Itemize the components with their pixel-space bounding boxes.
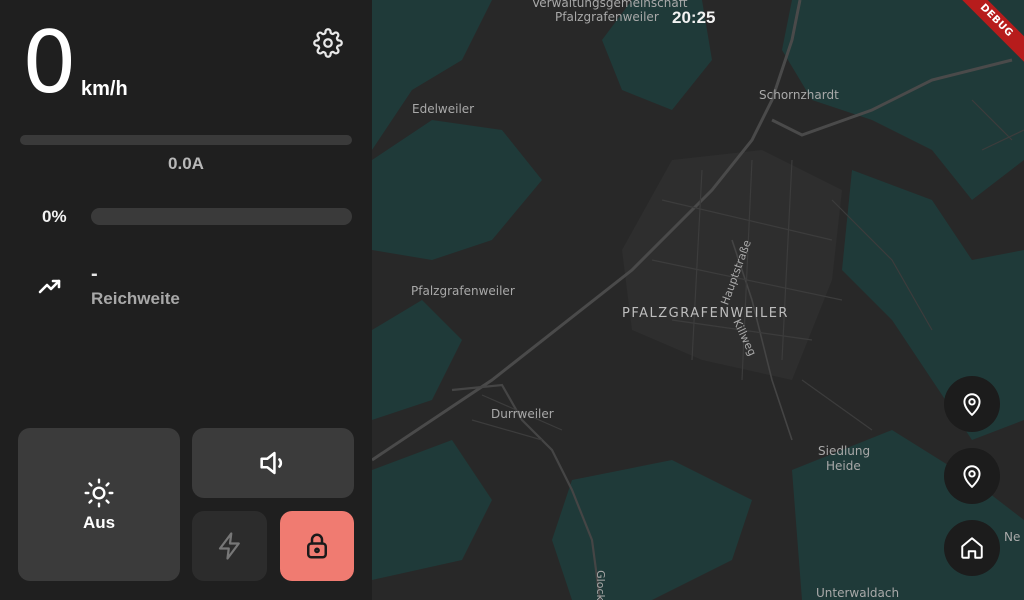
map-label-pfalzgrafenweiler-small: Pfalzgrafenweiler (411, 284, 515, 298)
map-canvas[interactable] (372, 0, 1024, 600)
battery-percentage: 0% (42, 207, 67, 226)
map-label-heide: Heide (826, 459, 861, 473)
gear-icon (313, 28, 343, 58)
speed-unit: km/h (81, 78, 128, 100)
speed-value: 0 (22, 13, 77, 113)
map-pin-button-2[interactable] (944, 448, 1000, 504)
map-label-verwaltung-name: Pfalzgrafenweiler (555, 10, 659, 24)
map-label-edelweiler: Edelweiler (412, 102, 475, 116)
settings-button[interactable] (312, 27, 344, 59)
map-label-glock: Glock (593, 570, 607, 600)
map-label-durrweiler: Durrweiler (491, 407, 554, 421)
trending-up-icon (38, 279, 61, 294)
map-pin-button-1[interactable] (944, 376, 1000, 432)
map-pin-icon (963, 393, 981, 416)
boost-button[interactable] (192, 511, 267, 581)
map-label-schornzhardt: Schornzhardt (759, 88, 839, 102)
horn-button[interactable] (192, 428, 354, 498)
lock-button[interactable] (280, 511, 354, 581)
map-label-town: PFALZGRAFENWEILER (622, 306, 789, 321)
dashboard-panel: 0 km/h 0.0A 0% - Reichweite Aus (0, 0, 372, 600)
current-bar (20, 135, 352, 145)
map-pin-icon (963, 465, 981, 488)
range-label: Reichweite (91, 289, 180, 308)
home-icon (961, 537, 983, 559)
current-label: 0.0A (168, 154, 204, 173)
map-view[interactable]: Verwaltungsgemeinschaft Pfalzgrafenweile… (372, 0, 1024, 600)
map-label-unterwaldach: Unterwaldach (816, 586, 900, 600)
volume-icon (260, 451, 283, 475)
map-label-siedlung: Siedlung (818, 444, 871, 458)
map-label-ne: Ne (1004, 530, 1021, 544)
light-status-label: Aus (82, 512, 116, 532)
clock: 20:25 (672, 8, 716, 27)
range-value: - (91, 263, 98, 285)
lock-icon (307, 533, 327, 559)
sun-icon (84, 477, 114, 508)
battery-bar (91, 208, 352, 225)
home-button[interactable] (944, 520, 1000, 576)
lightning-icon (218, 532, 240, 560)
light-toggle-button[interactable]: Aus (18, 428, 180, 581)
